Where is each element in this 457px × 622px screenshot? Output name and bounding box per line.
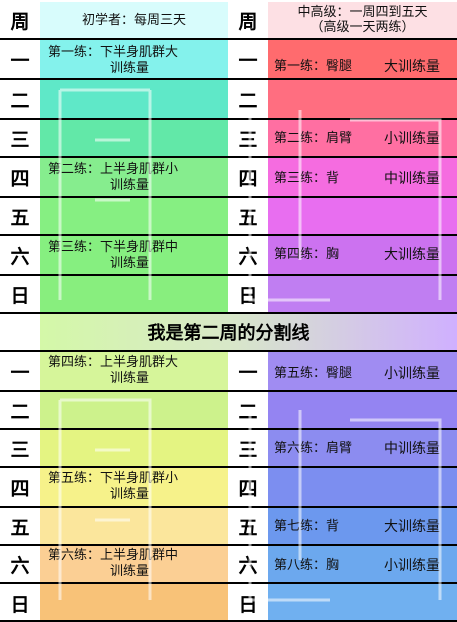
watermark-graphic — [58, 88, 442, 602]
